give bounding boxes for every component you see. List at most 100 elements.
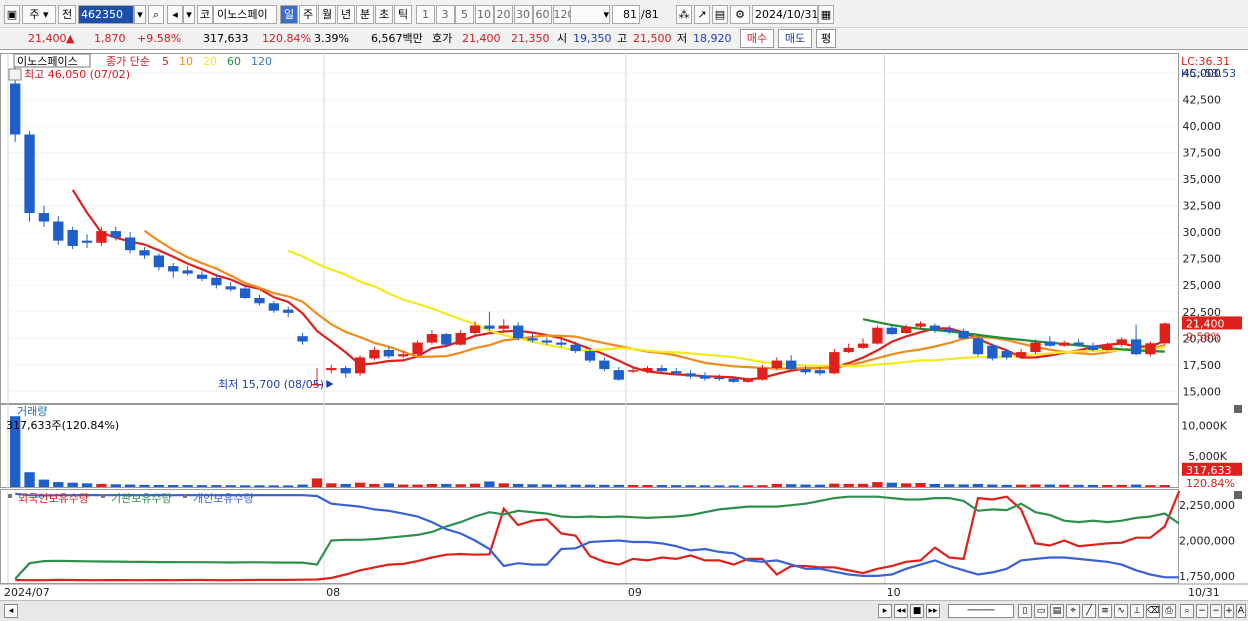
trendline-icon[interactable]: ╱ xyxy=(1082,604,1096,618)
volume-bar xyxy=(297,484,308,487)
period-mode-select[interactable]: 주 ▾ xyxy=(22,5,56,24)
minus-icon[interactable]: − xyxy=(1210,604,1222,618)
candle-body xyxy=(412,342,423,355)
candle-body xyxy=(886,327,897,335)
candle-body xyxy=(800,369,811,373)
interval-30[interactable]: 30 xyxy=(513,5,533,24)
stop-icon[interactable]: ■ xyxy=(910,604,924,618)
interval-20[interactable]: 20 xyxy=(494,5,513,24)
zoom-out-button[interactable]: − xyxy=(1196,604,1208,618)
copy-icon[interactable]: ▭ xyxy=(1034,604,1048,618)
sell-button[interactable]: 매도 xyxy=(778,29,812,48)
code-dropdown-icon[interactable]: ▾ xyxy=(134,5,146,24)
split-view-icon[interactable]: ▯ xyxy=(1018,604,1032,618)
candle-body xyxy=(455,333,466,345)
market-type-button[interactable]: 코 xyxy=(197,5,213,24)
candle-body xyxy=(124,237,136,251)
zoom-icon[interactable]: ⌕ xyxy=(1180,604,1194,618)
layout-icon[interactable]: ▣ xyxy=(4,5,20,24)
legend-ma-120: 120 xyxy=(251,55,272,68)
speaker-icon[interactable]: ◂ xyxy=(167,5,183,24)
save-icon[interactable]: ▤ xyxy=(712,5,728,24)
stock-chart[interactable]: 45,00042,50040,00037,50035,00032,50030,0… xyxy=(0,51,1248,600)
candle-body xyxy=(283,309,294,313)
price-tick-label: 37,500 xyxy=(1183,147,1222,160)
buy-button[interactable]: 매수 xyxy=(740,29,774,48)
legend-ma-10: 10 xyxy=(179,55,193,68)
compare-icon[interactable]: ⁂ xyxy=(676,5,692,24)
volume-bar xyxy=(872,482,883,487)
forward-icon[interactable]: ▸▸ xyxy=(926,604,940,618)
interval-5[interactable]: 5 xyxy=(455,5,474,24)
legend-stock-name: 이노스페이스 xyxy=(17,55,78,68)
date-input[interactable]: 2024/10/31 xyxy=(752,5,818,24)
chart-scrollbar[interactable]: ◂ ▸ ◂◂ ■ ▸▸ ───── ▯ ▭ ▤ ⌖ ╱ ≡ ∿ ⟂ ⌫ ⎙ ⌕ … xyxy=(0,600,1248,621)
volume-bar xyxy=(742,485,754,487)
layers-icon[interactable]: ▤ xyxy=(1050,604,1064,618)
period-tab-5[interactable]: 초 xyxy=(375,5,393,24)
period-tab-3[interactable]: 년 xyxy=(337,5,355,24)
speaker-dropdown-icon[interactable]: ▾ xyxy=(183,5,195,24)
open-label: 시 xyxy=(557,32,568,45)
volume-bar xyxy=(1073,484,1084,487)
volume-bar xyxy=(900,483,912,487)
scroll-left-button[interactable]: ◂ xyxy=(4,604,18,618)
prev-button[interactable]: 전 xyxy=(58,5,76,24)
fibonacci-icon[interactable]: ≡ xyxy=(1098,604,1112,618)
evaluate-button[interactable]: 평 xyxy=(816,29,836,48)
period-tab-1[interactable]: 주 xyxy=(299,5,317,24)
candle-body xyxy=(972,338,984,355)
print-icon[interactable]: ⎙ xyxy=(1162,604,1176,618)
measure-icon[interactable]: ⟂ xyxy=(1130,604,1144,618)
eraser-icon[interactable]: ⌫ xyxy=(1146,604,1160,618)
volume-tick-label: 10,000K xyxy=(1181,419,1227,432)
period-tab-4[interactable]: 분 xyxy=(356,5,374,24)
quote-bar: 21,400 ▲ 1,870 +9.58% 317,633 120.84% 3.… xyxy=(0,28,1248,50)
candle-body xyxy=(556,342,567,345)
interval-3[interactable]: 3 xyxy=(435,5,455,24)
wave-icon[interactable]: ∿ xyxy=(1114,604,1128,618)
holding-legend-square xyxy=(183,494,187,498)
volume-bar xyxy=(857,483,869,487)
rewind-icon[interactable]: ◂◂ xyxy=(894,604,908,618)
search-icon[interactable]: ⌕ xyxy=(148,5,164,24)
candle-body xyxy=(1116,339,1127,345)
auto-scale-button[interactable]: A xyxy=(1236,604,1246,618)
candle-body xyxy=(1130,339,1142,355)
stock-code-input[interactable]: 462350 xyxy=(78,5,134,24)
crosshair-icon[interactable]: ⌖ xyxy=(1066,604,1080,618)
period-tab-0[interactable]: 일 xyxy=(280,5,298,24)
candle-body xyxy=(96,231,107,243)
gear-icon[interactable]: ⚙ xyxy=(730,5,750,24)
volume-bar xyxy=(1130,484,1142,487)
volume-bar xyxy=(311,478,323,487)
current-price: 21,400 xyxy=(28,32,67,45)
candle-body xyxy=(527,338,538,341)
calendar-icon[interactable]: ▦ xyxy=(818,5,834,24)
zoom-in-button[interactable]: + xyxy=(1224,604,1234,618)
holding-tick-label: 2,000,000 xyxy=(1179,535,1235,548)
volume-ratio: 120.84% xyxy=(262,32,311,45)
count-input[interactable]: 81 xyxy=(612,5,640,24)
volume-bar xyxy=(972,483,984,487)
price-tick-label: 32,500 xyxy=(1183,200,1222,213)
interval-custom-select[interactable]: ▾ xyxy=(570,5,610,24)
draw-tool-icon[interactable]: ↗ xyxy=(694,5,710,24)
volume-bar xyxy=(685,485,696,487)
period-tab-6[interactable]: 틱 xyxy=(394,5,412,24)
period-tab-2[interactable]: 월 xyxy=(318,5,336,24)
play-icon[interactable]: ▸ xyxy=(878,604,892,618)
interval-1[interactable]: 1 xyxy=(416,5,435,24)
volume-bar xyxy=(196,485,208,487)
holding-legend-square xyxy=(101,494,105,498)
candle-body xyxy=(599,360,610,370)
interval-120[interactable]: 120 xyxy=(552,5,572,24)
zoom-slider[interactable]: ───── xyxy=(948,604,1014,618)
volume-bar xyxy=(484,481,495,487)
max-marker-icon xyxy=(8,68,22,81)
stock-name-field: 이노스페이 xyxy=(213,5,277,24)
volume-bar xyxy=(268,485,280,487)
price-tick-label: 40,000 xyxy=(1183,120,1222,133)
interval-60[interactable]: 60 xyxy=(533,5,552,24)
interval-10[interactable]: 10 xyxy=(474,5,494,24)
